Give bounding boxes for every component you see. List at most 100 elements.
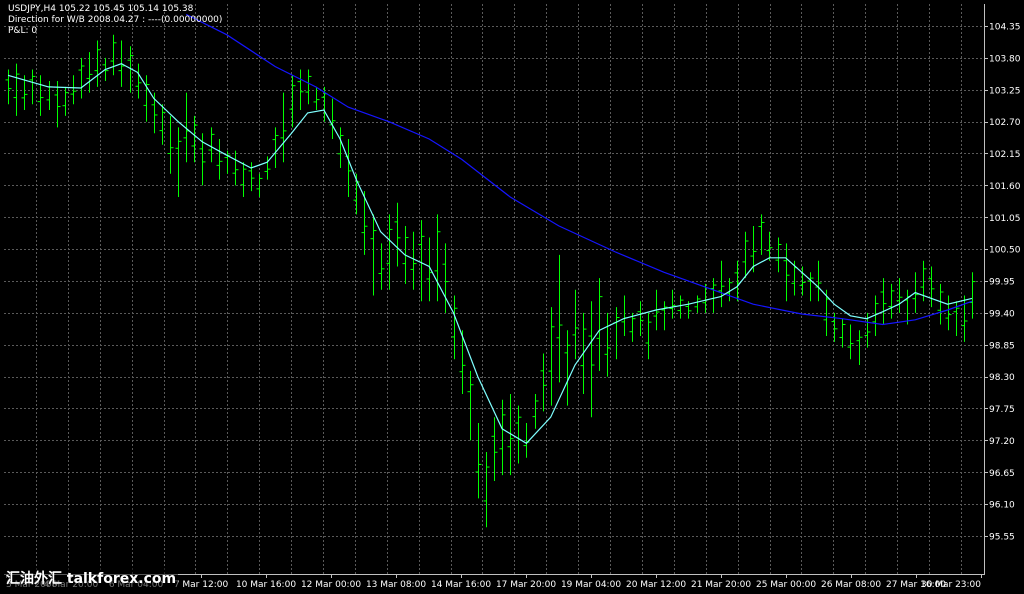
time-tick-label: 7 Mar 12:00 (174, 580, 229, 590)
ohlc-bar (70, 75, 77, 105)
ohlc-bar (604, 312, 611, 377)
ohlc-bar (62, 86, 69, 116)
ohlc-bar (775, 237, 782, 273)
time-tick-label: 12 Mar 00:00 (301, 580, 361, 590)
ohlc-bar (677, 295, 684, 319)
ohlc-bar (54, 81, 61, 128)
ohlc-bar (758, 214, 765, 255)
grid-layer (4, 4, 984, 574)
ohlc-bar (880, 278, 887, 325)
time-tick-label: 10 Mar 16:00 (236, 580, 296, 590)
ohlc-bar (556, 254, 563, 383)
ohlc-bar (499, 399, 506, 476)
ohlc-bar (937, 283, 944, 325)
ohlc-bar (337, 127, 344, 168)
ohlc-bar (467, 370, 474, 441)
time-tick-label: 20 Mar 12:00 (626, 580, 686, 590)
ohlc-bar (839, 318, 846, 348)
price-tick-label: 96.65 (989, 469, 1015, 479)
price-axis: 104.35 103.80 103.25 102.70 102.15 101.60 101.… (984, 23, 1021, 543)
ohlc-bar (370, 214, 377, 296)
ohlc-bar (13, 63, 20, 116)
ohlc-bar (621, 295, 628, 337)
price-tick-label: 101.05 (989, 214, 1021, 224)
ohlc-bar (329, 98, 336, 140)
ohlc-bar (742, 231, 749, 279)
ohlc-bar (564, 330, 571, 406)
time-tick-label: 21 Mar 20:00 (691, 580, 751, 590)
price-tick-label: 104.35 (989, 23, 1021, 33)
ohlc-bar (86, 52, 93, 93)
ohlc-bar (945, 295, 952, 331)
time-tick-label: 17 Mar 20:00 (496, 580, 556, 590)
ohlc-bar (313, 86, 320, 111)
indicator-direction-label: Direction for W/B 2008.04.27 : ----(0.00… (8, 15, 223, 25)
ohlc-bar (394, 202, 401, 267)
time-tick-label: 13 Mar 08:00 (366, 580, 426, 590)
ohlc-bar (459, 330, 466, 395)
price-tick-label: 96.10 (989, 501, 1015, 511)
ohlc-bar (572, 289, 579, 360)
price-tick-label: 98.30 (989, 373, 1015, 383)
ohlc-bar (718, 260, 725, 308)
ohlc-bar (434, 214, 441, 302)
price-tick-label: 100.50 (989, 246, 1021, 256)
ohlc-bar (515, 405, 522, 464)
ohlc-bar (475, 422, 482, 499)
ohlc-bar (297, 69, 304, 111)
ohlc-bar (783, 243, 790, 302)
fast-moving-average-line (7, 63, 973, 445)
ohlc-bar (896, 278, 903, 313)
watermark-logo: 汇油外汇 talkforex.com (4, 568, 179, 588)
slow-moving-average-line (185, 13, 973, 326)
ohlc-bar (491, 417, 498, 481)
ohlc-bar (232, 150, 239, 186)
symbol-ohlc-label: USDJPY,H4 105.22 105.45 105.14 105.38 (8, 4, 194, 14)
price-chart[interactable]: 104.35 103.80 103.25 102.70 102.15 101.60 101.… (0, 0, 1024, 594)
price-tick-label: 99.40 (989, 309, 1015, 319)
ohlc-bar (5, 69, 12, 105)
ohlc-bar (532, 394, 539, 429)
ohlc-bar (969, 272, 976, 319)
ohlc-bar (904, 289, 911, 325)
price-tick-label: 99.95 (989, 278, 1015, 288)
ohlc-bar (199, 133, 206, 186)
ohlc-bar (710, 278, 717, 313)
ohlc-bar (29, 69, 36, 105)
price-tick-label: 102.15 (989, 150, 1021, 160)
ohlc-bar (272, 127, 279, 168)
ohlc-bar (637, 301, 644, 337)
ohlc-bar (240, 162, 247, 197)
chart-window[interactable]: 104.35 103.80 103.25 102.70 102.15 101.60 101.… (0, 0, 1024, 594)
time-tick-label: 14 Mar 16:00 (431, 580, 491, 590)
ohlc-bar (78, 57, 85, 99)
ohlc-bar (540, 353, 547, 412)
ohlc-bar (94, 40, 101, 87)
ohlc-bar (305, 69, 312, 105)
ohlc-bar (110, 34, 117, 76)
ohlc-bar (483, 451, 490, 528)
time-tick-label: 30 Mar 23:00 (921, 580, 981, 590)
ohlc-bar (135, 63, 142, 99)
price-tick-label: 103.80 (989, 54, 1021, 64)
ohlc-bar (37, 75, 44, 116)
ohlc-bar (216, 139, 223, 180)
ohlc-bar (548, 307, 555, 406)
ohlc-bar (345, 139, 352, 197)
ohlc-bars (5, 34, 976, 528)
price-tick-label: 95.55 (989, 533, 1015, 543)
ohlc-bar (378, 243, 385, 290)
ohlc-bar (588, 301, 595, 418)
ohlc-bar (807, 272, 814, 302)
ohlc-bar (856, 330, 863, 366)
ohlc-bar (208, 127, 215, 163)
profit-loss-label: P&L: 0 (8, 26, 38, 36)
ohlc-bar (661, 301, 668, 331)
ohlc-bar (694, 295, 701, 313)
ohlc-bar (766, 231, 773, 261)
ohlc-bar (847, 324, 854, 360)
price-tick-label: 101.60 (989, 182, 1021, 192)
price-tick-label: 97.20 (989, 437, 1015, 447)
ohlc-bar (734, 260, 741, 302)
ohlc-bar (451, 295, 458, 360)
